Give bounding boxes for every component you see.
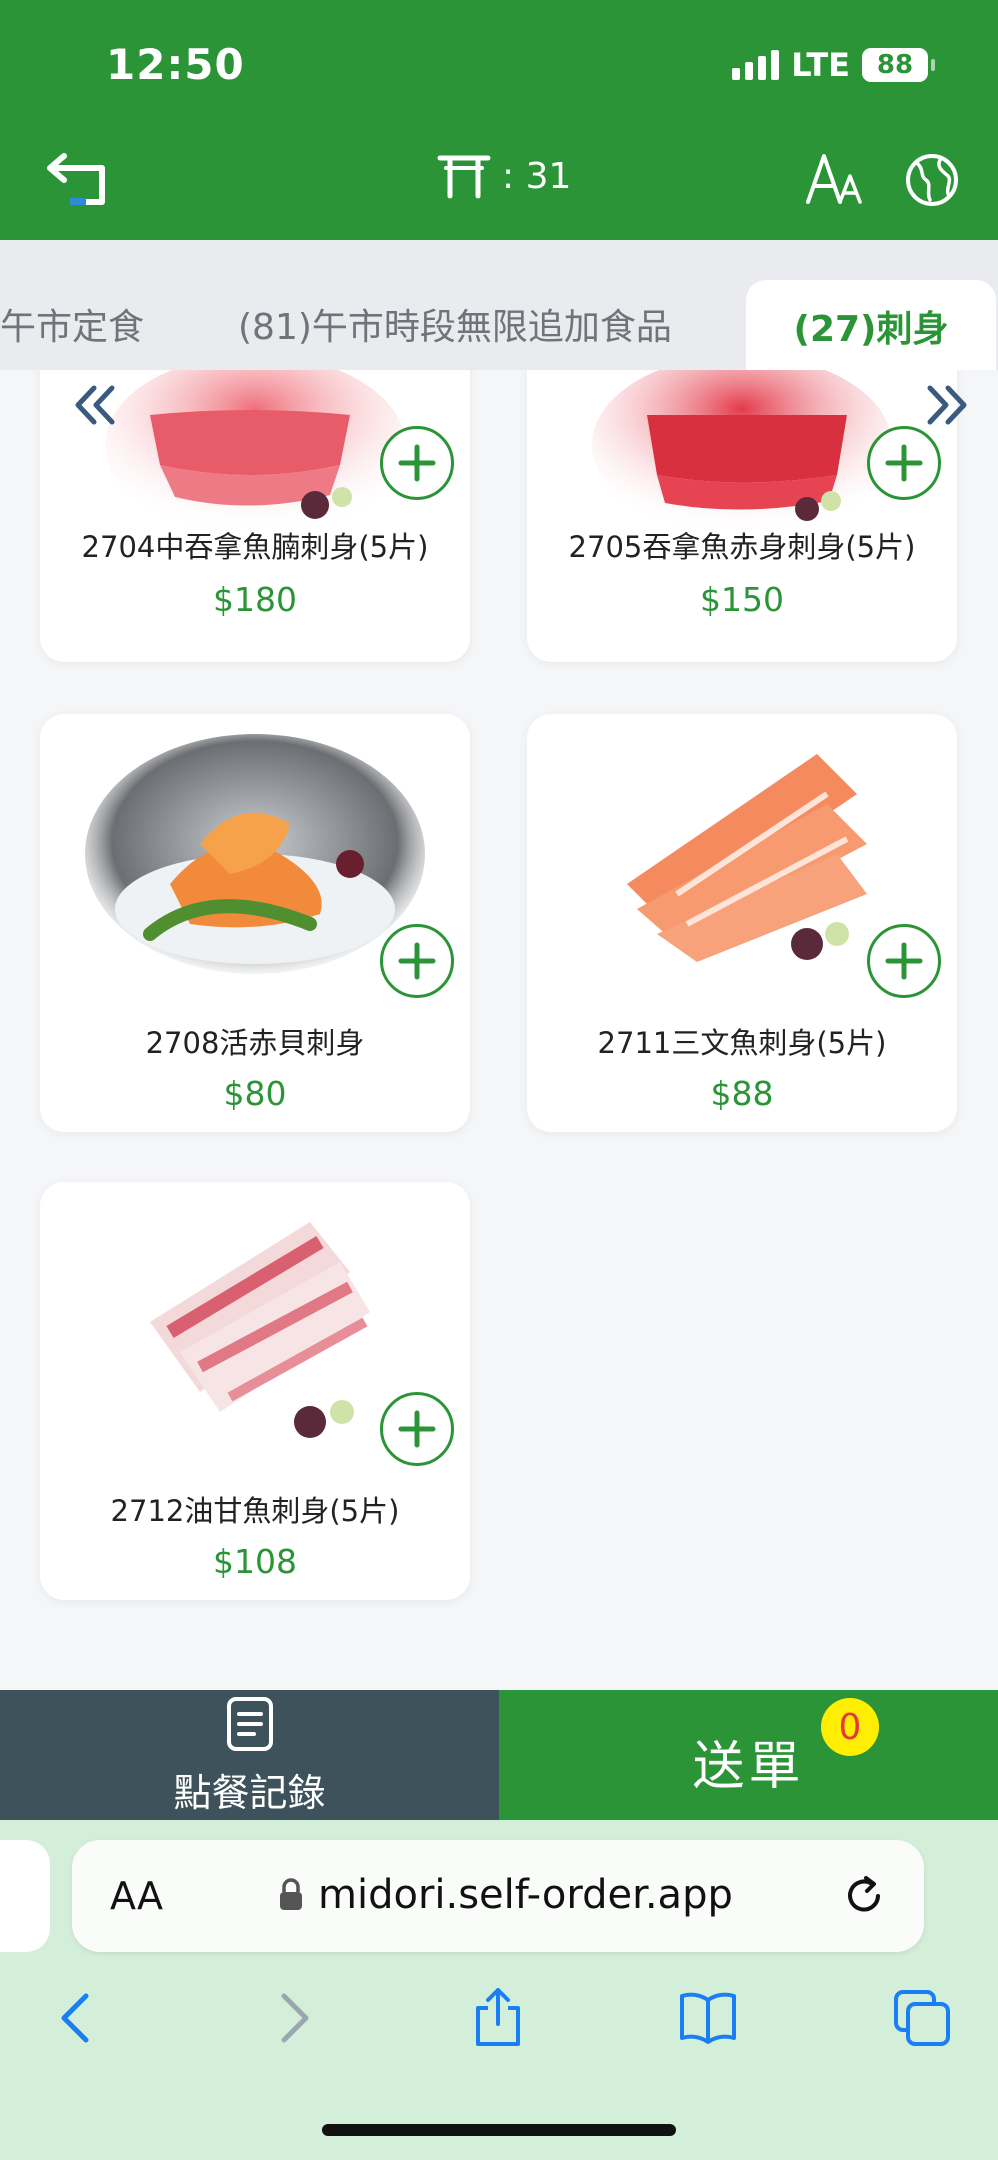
url-text: midori.self-order.app: [318, 1872, 733, 1918]
back-chevron-icon[interactable]: [48, 1988, 108, 2048]
double-chevron-right-icon: [927, 385, 967, 425]
text-size-button[interactable]: AA: [110, 1874, 163, 1918]
scroll-left-button[interactable]: [72, 382, 118, 428]
back-button[interactable]: [42, 146, 118, 210]
scroll-right-button[interactable]: [924, 382, 970, 428]
product-price: $108: [213, 1542, 297, 1581]
table-number: : 31: [436, 152, 571, 200]
cart-count-badge: 0: [821, 1698, 879, 1756]
font-size-button[interactable]: [804, 148, 864, 208]
tabs-icon[interactable]: [892, 1988, 952, 2048]
product-grid: 2704中吞拿魚腩刺身(5片) $180 2705吞拿魚赤身刺身(5片) $15…: [0, 370, 998, 1690]
product-price: $180: [213, 580, 297, 619]
previous-tab-preview[interactable]: [0, 1840, 50, 1952]
plus-icon: [398, 1410, 436, 1448]
product-price: $88: [710, 1074, 774, 1113]
language-button[interactable]: [904, 152, 960, 208]
order-history-button[interactable]: 點餐記錄: [0, 1690, 499, 1820]
product-card[interactable]: 2705吞拿魚赤身刺身(5片) $150: [527, 370, 957, 662]
product-name: 2711三文魚刺身(5片): [597, 1026, 887, 1060]
tab-lunch-set[interactable]: 午市定食: [0, 298, 144, 350]
plus-icon: [398, 942, 436, 980]
double-chevron-left-icon: [75, 385, 115, 425]
product-name: 2704中吞拿魚腩刺身(5片): [81, 530, 429, 564]
share-icon[interactable]: [468, 1988, 528, 2048]
font-size-icon: [806, 154, 862, 204]
reload-icon[interactable]: [842, 1872, 888, 1918]
plus-icon: [398, 444, 436, 482]
product-card[interactable]: 2708活赤貝刺身 $80: [40, 714, 470, 1132]
add-button[interactable]: [380, 1392, 454, 1466]
lock-icon: [280, 1878, 302, 1910]
battery-level: 88: [876, 50, 914, 80]
product-image-salmon: [627, 754, 867, 962]
product-card[interactable]: 2711三文魚刺身(5片) $88: [527, 714, 957, 1132]
plus-icon: [885, 942, 923, 980]
status-indicators: LTE 88: [732, 46, 935, 84]
network-type: LTE: [791, 46, 850, 84]
document-icon: [227, 1697, 273, 1751]
add-button[interactable]: [380, 924, 454, 998]
globe-icon: [906, 154, 958, 206]
status-time: 12:50: [106, 40, 245, 89]
product-name: 2712油甘魚刺身(5片): [110, 1494, 400, 1528]
battery-icon: 88: [862, 48, 935, 82]
table-icon: [437, 155, 491, 199]
forward-chevron-icon[interactable]: [262, 1988, 322, 2048]
product-price: $80: [223, 1074, 287, 1113]
submit-order-label: 送單: [692, 1737, 805, 1797]
add-button[interactable]: [380, 426, 454, 500]
tab-sashimi[interactable]: (27)刺身: [746, 280, 996, 370]
order-history-label: 點餐記錄: [173, 1771, 326, 1815]
signal-icon: [732, 50, 780, 80]
app-header: 12:50 LTE 88 : 31: [0, 0, 998, 240]
table-number-label: : 31: [502, 155, 572, 197]
product-name: 2708活赤貝刺身: [145, 1026, 365, 1060]
address-bar[interactable]: AA midori.self-order.app: [72, 1840, 924, 1952]
product-image-ark-shell: [85, 734, 425, 974]
product-card[interactable]: 2712油甘魚刺身(5片) $108: [40, 1182, 470, 1600]
product-name: 2705吞拿魚赤身刺身(5片): [568, 530, 916, 564]
tab-lunch-unlimited[interactable]: (81)午市時段無限追加食品: [238, 298, 672, 350]
back-arrow-icon: [47, 153, 105, 205]
product-price: $150: [700, 580, 784, 619]
bookmarks-icon[interactable]: [678, 1988, 738, 2048]
submit-order-button[interactable]: 送單 0: [499, 1690, 998, 1820]
home-indicator[interactable]: [322, 2124, 676, 2136]
plus-icon: [885, 444, 923, 482]
add-button[interactable]: [867, 924, 941, 998]
add-button[interactable]: [867, 426, 941, 500]
product-image-yellowtail: [150, 1222, 370, 1438]
category-tabs: 午市定食 (81)午市時段無限追加食品 (27)刺身: [0, 240, 998, 370]
